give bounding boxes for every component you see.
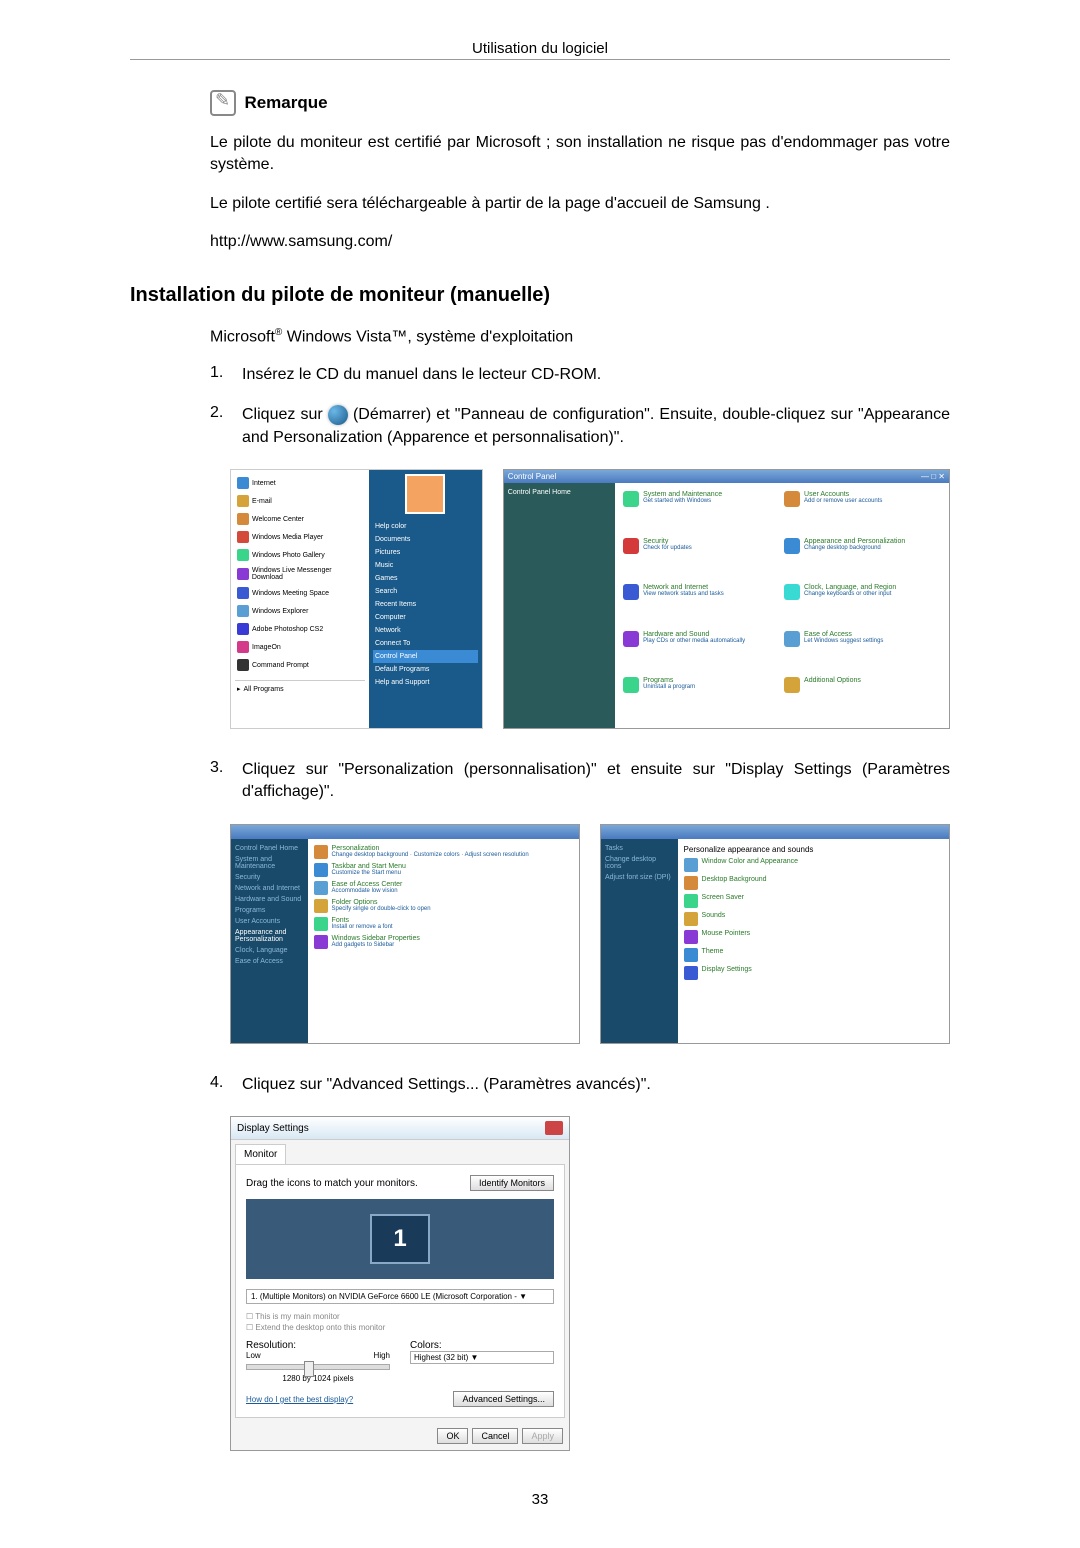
ds-window-title: Display Settings	[237, 1123, 309, 1134]
main-monitor-checkbox[interactable]: ☐ This is my main monitor	[246, 1312, 554, 1321]
ds-monitor-tab[interactable]: Monitor	[235, 1144, 286, 1164]
help-link[interactable]: How do I get the best display?	[246, 1395, 353, 1404]
colors-label: Colors:	[410, 1340, 554, 1351]
monitor-select[interactable]: 1. (Multiple Monitors) on NVIDIA GeForce…	[246, 1289, 554, 1304]
remark-p2: Le pilote certifié sera téléchargeable à…	[210, 193, 950, 215]
start-menu-screenshot: Internet E-mail Welcome Center Windows M…	[230, 469, 483, 729]
cancel-button[interactable]: Cancel	[472, 1428, 518, 1444]
close-icon[interactable]	[545, 1121, 563, 1135]
appearance-screenshot: Control Panel Home System and Maintenanc…	[230, 824, 580, 1044]
step-1-num: 1.	[210, 364, 242, 386]
ok-button[interactable]: OK	[437, 1428, 468, 1444]
screenshot-row-1: Internet E-mail Welcome Center Windows M…	[230, 469, 950, 729]
step-2-text: Cliquez sur (Démarrer) et "Panneau de co…	[242, 404, 950, 449]
identify-monitors-button[interactable]: Identify Monitors	[470, 1175, 554, 1191]
ds-drag-text: Drag the icons to match your monitors.	[246, 1178, 418, 1189]
monitor-icon[interactable]: 1	[370, 1214, 430, 1264]
colors-select[interactable]: Highest (32 bit) ▼	[410, 1351, 554, 1364]
personalization-screenshot: Tasks Change desktop icons Adjust font s…	[600, 824, 950, 1044]
step-3-text: Cliquez sur "Personalization (personnali…	[242, 759, 950, 804]
remark-title: Remarque	[244, 93, 327, 113]
step-4-text: Cliquez sur "Advanced Settings... (Param…	[242, 1074, 950, 1096]
resolution-slider[interactable]	[246, 1364, 390, 1370]
remark-section: Remarque Le pilote du moniteur est certi…	[210, 90, 950, 254]
advanced-settings-button[interactable]: Advanced Settings...	[453, 1391, 554, 1407]
step-3-num: 3.	[210, 759, 242, 804]
step-1: 1. Insérez le CD du manuel dans le lecte…	[210, 364, 950, 386]
os-line: Microsoft® Windows Vista™, système d'exp…	[210, 327, 950, 346]
remark-p1: Le pilote du moniteur est certifié par M…	[210, 132, 950, 177]
page-header: Utilisation du logiciel	[130, 40, 950, 60]
remark-url: http://www.samsung.com/	[210, 231, 950, 253]
remark-text: Le pilote du moniteur est certifié par M…	[210, 132, 950, 254]
page-number: 33	[130, 1491, 950, 1508]
start-orb-icon	[328, 405, 348, 425]
control-panel-screenshot: Control Panel— □ ✕ Control Panel Home Sy…	[503, 469, 950, 729]
extend-desktop-checkbox[interactable]: ☐ Extend the desktop onto this monitor	[246, 1323, 554, 1332]
step-2: 2. Cliquez sur (Démarrer) et "Panneau de…	[210, 404, 950, 449]
screenshot-row-2: Control Panel Home System and Maintenanc…	[230, 824, 950, 1044]
step-4-num: 4.	[210, 1074, 242, 1096]
resolution-value: 1280 by 1024 pixels	[246, 1374, 390, 1383]
resolution-label: Resolution:	[246, 1340, 390, 1351]
section-heading: Installation du pilote de moniteur (manu…	[130, 284, 950, 307]
display-settings-screenshot: Display Settings Monitor Drag the icons …	[230, 1116, 950, 1451]
step-2-num: 2.	[210, 404, 242, 449]
step-1-text: Insérez le CD du manuel dans le lecteur …	[242, 364, 950, 386]
apply-button[interactable]: Apply	[522, 1428, 563, 1444]
step-3: 3. Cliquez sur "Personalization (personn…	[210, 759, 950, 804]
note-icon	[210, 90, 236, 116]
step-4: 4. Cliquez sur "Advanced Settings... (Pa…	[210, 1074, 950, 1096]
